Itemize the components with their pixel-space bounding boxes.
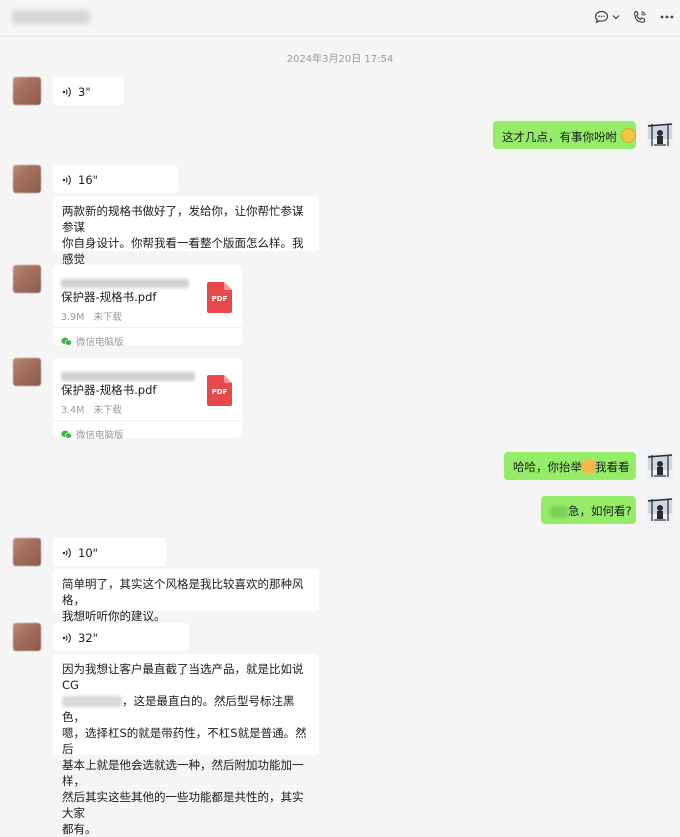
file-message[interactable]: 保护器-规格书.pdf 3.4M 未下载 PDF 微信电脑版 xyxy=(53,358,242,441)
voice-message[interactable]: 3" xyxy=(53,77,124,105)
voice-message[interactable]: 10" xyxy=(53,538,166,566)
file-source-label: 微信电脑版 xyxy=(76,337,124,348)
message-line: 我想听听你的建议。 xyxy=(62,609,166,623)
message-line: 然后其实这些其他的一些功能都是共性的，其实大家 xyxy=(62,790,304,820)
message-line: 两款新的规格书做好了，发给你，让你帮忙参谋参谋 xyxy=(62,204,304,234)
download-status: 未下载 xyxy=(93,405,122,416)
file-source: 微信电脑版 xyxy=(61,427,124,441)
incoming-text-message[interactable]: 因为我想让客户最直截了当选产品，就是比如说CG ，这是最直白的。然后型号标注黑色… xyxy=(53,654,319,836)
pdf-label: PDF xyxy=(211,295,228,303)
contact-avatar[interactable] xyxy=(13,77,41,105)
voice-message[interactable]: 32" xyxy=(53,623,189,651)
chat-bubble-icon[interactable] xyxy=(594,9,609,25)
message-text: 我看看 xyxy=(595,460,630,474)
grin-emoji-icon xyxy=(620,128,636,143)
voice-wave-icon xyxy=(62,87,71,97)
contact-name-blurred[interactable] xyxy=(12,10,90,24)
file-divider xyxy=(53,327,242,328)
file-meta: 3.4M 未下载 xyxy=(61,402,122,416)
message-text: 急，如何看? xyxy=(568,504,632,518)
message-line: 基本上就是他会选就选一种，然后附加功能加一样， xyxy=(62,758,304,788)
file-name: 保护器-规格书.pdf xyxy=(61,290,157,304)
message-line: 因为我想让客户最直截了当选产品，就是比如说CG xyxy=(62,662,304,692)
my-avatar[interactable] xyxy=(646,496,674,524)
message-timestamp: 2024年3月20日 17:54 xyxy=(286,54,394,65)
pdf-file-icon: PDF xyxy=(207,375,232,406)
file-title-blurred xyxy=(61,279,189,288)
message-line: ，这是最直白的。然后型号标注黑色， xyxy=(62,693,310,725)
outgoing-text-message[interactable]: 哈哈，你抬举 我看看 xyxy=(504,452,636,480)
file-message[interactable]: 保护器-规格书.pdf 3.9M 未下载 PDF 微信电脑版 xyxy=(53,265,242,348)
voice-duration: 16" xyxy=(78,173,98,187)
contact-avatar[interactable] xyxy=(13,538,41,566)
message-line: 你自身设计。你帮我看一看整个版面怎么样。我感觉 xyxy=(62,236,304,266)
voice-message[interactable]: 16" xyxy=(53,165,178,193)
voice-wave-icon xyxy=(62,548,71,558)
my-avatar[interactable] xyxy=(646,452,674,480)
message-line: 嗯，选择杠S的就是带药性，不杠S就是普通。然后 xyxy=(62,726,307,756)
file-name: 保护器-规格书.pdf xyxy=(61,383,157,397)
blurred-text xyxy=(550,505,568,518)
file-size: 3.9M xyxy=(61,312,85,323)
incoming-text-message[interactable]: 两款新的规格书做好了，发给你，让你帮忙参谋参谋 你自身设计。你帮我看一看整个版面… xyxy=(53,196,319,282)
voice-wave-icon xyxy=(62,633,71,643)
message-line: 简单明了，其实这个风格是我比较喜欢的那种风格， xyxy=(62,577,304,607)
file-source: 微信电脑版 xyxy=(61,334,124,348)
contact-avatar[interactable] xyxy=(13,165,41,193)
phone-icon[interactable] xyxy=(632,9,647,25)
file-title-blurred xyxy=(61,372,195,381)
voice-wave-icon xyxy=(62,175,71,185)
voice-duration: 10" xyxy=(78,546,98,560)
contact-avatar[interactable] xyxy=(13,623,41,651)
message-text: 这才几点，有事你吩咐 xyxy=(502,130,617,144)
voice-duration: 32" xyxy=(78,631,98,645)
outgoing-text-message[interactable]: 急，如何看? xyxy=(541,496,636,524)
wechat-icon xyxy=(61,430,72,439)
contact-avatar[interactable] xyxy=(13,358,41,386)
wechat-icon xyxy=(61,337,72,346)
pdf-file-icon: PDF xyxy=(207,282,232,313)
more-dots-icon[interactable] xyxy=(660,9,674,25)
file-meta: 3.9M 未下载 xyxy=(61,309,122,323)
contact-avatar[interactable] xyxy=(13,265,41,293)
file-divider xyxy=(53,420,242,421)
incoming-text-message[interactable]: 简单明了，其实这个风格是我比较喜欢的那种风格， 我想听听你的建议。 xyxy=(53,569,319,623)
message-text: 哈哈，你抬举 xyxy=(513,460,582,474)
my-avatar[interactable] xyxy=(646,121,674,149)
pdf-label: PDF xyxy=(211,388,228,396)
blurred-text xyxy=(62,696,122,707)
clasped-hands-emoji-icon xyxy=(582,460,595,473)
chat-header xyxy=(0,0,680,37)
message-line: 都有。 xyxy=(62,822,97,836)
file-size: 3.4M xyxy=(61,405,85,416)
download-status: 未下载 xyxy=(93,312,122,323)
voice-duration: 3" xyxy=(78,85,91,99)
file-source-label: 微信电脑版 xyxy=(76,430,124,441)
chevron-down-icon[interactable] xyxy=(612,9,620,25)
outgoing-text-message[interactable]: 这才几点，有事你吩咐 xyxy=(493,121,636,149)
